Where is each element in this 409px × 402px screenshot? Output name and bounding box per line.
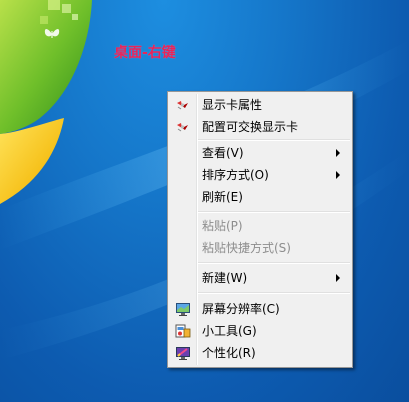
menu-item-view[interactable]: 查看(V) xyxy=(170,142,350,164)
desktop-background[interactable]: 桌面-右键 显示卡属性 配置可交换显示卡 查看(V) 排序方式(O) 刷新(E)… xyxy=(0,0,409,402)
menu-item-label: 粘贴快捷方式(S) xyxy=(202,241,291,255)
menu-item-label: 显示卡属性 xyxy=(202,98,263,112)
menu-item-label: 排序方式(O) xyxy=(202,168,269,182)
menu-item-label: 屏幕分辨率(C) xyxy=(202,302,280,316)
menu-item-configure-switchable-graphics[interactable]: 配置可交换显示卡 xyxy=(170,116,350,138)
menu-item-paste-shortcut[interactable]: 粘贴快捷方式(S) xyxy=(170,237,350,259)
submenu-arrow-icon xyxy=(336,274,340,282)
screen-resolution-icon xyxy=(176,303,190,316)
menu-separator xyxy=(198,292,350,294)
menu-item-personalize[interactable]: 个性化(R) xyxy=(170,342,350,364)
submenu-arrow-icon xyxy=(336,149,340,157)
menu-item-label: 刷新(E) xyxy=(202,190,243,204)
menu-item-display-card-properties[interactable]: 显示卡属性 xyxy=(170,94,350,116)
graphics-card-icon xyxy=(177,101,188,110)
gadgets-icon xyxy=(175,324,191,338)
menu-separator xyxy=(198,262,350,264)
menu-item-label: 配置可交换显示卡 xyxy=(202,120,299,134)
menu-item-label: 查看(V) xyxy=(202,146,244,160)
desktop-context-menu: 显示卡属性 配置可交换显示卡 查看(V) 排序方式(O) 刷新(E) 粘贴(P)… xyxy=(167,91,353,368)
submenu-arrow-icon xyxy=(336,171,340,179)
menu-item-label: 粘贴(P) xyxy=(202,219,243,233)
annotation-caption: 桌面-右键 xyxy=(114,45,176,61)
menu-item-label: 小工具(G) xyxy=(202,324,257,338)
menu-separator xyxy=(198,139,350,141)
menu-item-label: 新建(W) xyxy=(202,271,248,285)
menu-item-sort-by[interactable]: 排序方式(O) xyxy=(170,164,350,186)
menu-item-paste[interactable]: 粘贴(P) xyxy=(170,215,350,237)
menu-separator xyxy=(198,211,350,213)
personalize-icon xyxy=(176,347,190,360)
menu-item-label: 个性化(R) xyxy=(202,346,256,360)
menu-item-screen-resolution[interactable]: 屏幕分辨率(C) xyxy=(170,298,350,320)
graphics-card-icon xyxy=(177,123,188,132)
menu-item-gadgets[interactable]: 小工具(G) xyxy=(170,320,350,342)
menu-item-new[interactable]: 新建(W) xyxy=(170,267,350,289)
menu-item-refresh[interactable]: 刷新(E) xyxy=(170,186,350,208)
